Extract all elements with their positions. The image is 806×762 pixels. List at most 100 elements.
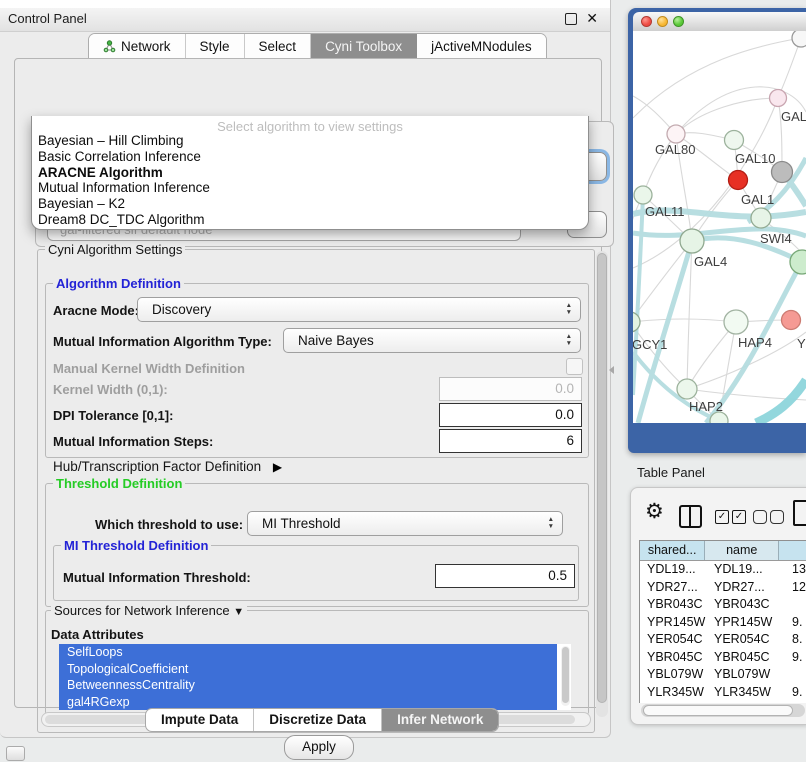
table-panel-title: Table Panel — [637, 465, 705, 480]
table-row[interactable]: YBR045CYBR045C9. — [640, 649, 806, 667]
network-node-gal10[interactable] — [725, 131, 744, 150]
network-node[interactable] — [792, 31, 806, 47]
table-cell: YER054C — [647, 632, 703, 646]
algorithm-option[interactable]: Basic Correlation Inference — [36, 149, 584, 165]
minimized-panel-icon[interactable] — [6, 746, 25, 761]
settings-vertical-scrollbar[interactable] — [596, 251, 608, 717]
network-canvas[interactable]: GALGAL80GAL10GAL1GAL11SWI4GAL4GCY1HAP4YH… — [633, 31, 806, 423]
manual-kernel-width-label: Manual Kernel Width Definition — [53, 361, 245, 376]
table-cell: YBR043C — [714, 597, 770, 611]
mac-zoom-icon[interactable] — [673, 16, 684, 27]
attribute-list-item[interactable]: SelfLoops — [59, 644, 557, 661]
network-node-gal11[interactable] — [634, 186, 652, 204]
tab-label: Cyni Toolbox — [325, 39, 402, 54]
dpi-tolerance-field[interactable]: 0.0 — [439, 403, 582, 427]
unselect-all-columns-icon[interactable] — [753, 510, 767, 524]
combo-arrows-icon: ▲▼ — [566, 302, 572, 316]
network-node-swi4[interactable] — [751, 208, 771, 228]
table-cell: 9 — [792, 702, 799, 703]
table-cell: YDR27... — [647, 580, 698, 594]
table-row[interactable]: YPR145WYPR145W9. — [640, 614, 806, 632]
scrollbar-thumb[interactable] — [643, 705, 793, 716]
float-window-icon[interactable] — [565, 13, 577, 25]
tab-infer-network[interactable]: Infer Network — [382, 709, 498, 731]
tab-impute-data[interactable]: Impute Data — [146, 709, 254, 731]
mac-close-icon[interactable] — [641, 16, 652, 27]
mi-algorithm-type-combo[interactable]: Naive Bayes ▲▼ — [283, 328, 581, 353]
gear-icon[interactable]: ⚙ — [645, 501, 664, 522]
network-node-y[interactable] — [782, 311, 801, 330]
apply-button[interactable]: Apply — [284, 735, 354, 760]
aracne-mode-combo[interactable]: Discovery ▲▼ — [137, 297, 581, 322]
table-cell: YPR145W — [647, 615, 705, 629]
network-node[interactable] — [790, 250, 806, 274]
network-node[interactable] — [772, 162, 793, 183]
network-node-gal1[interactable] — [729, 171, 748, 190]
expand-arrow-icon[interactable]: ▶ — [273, 460, 282, 474]
panel-collapse-chevron-icon[interactable] — [609, 366, 614, 374]
tab-jactivemnodules[interactable]: jActiveMNodules — [417, 34, 546, 59]
attribute-list-item[interactable]: BetweennessCentrality — [59, 677, 557, 694]
table-horizontal-scrollbar[interactable] — [641, 704, 805, 717]
algorithm-option[interactable]: Bayesian – Hill Climbing — [36, 133, 584, 149]
manual-kernel-width-checkbox[interactable] — [566, 358, 583, 375]
scrollbar-thumb[interactable] — [597, 253, 607, 703]
select-all-columns-icon[interactable]: ✓ — [732, 510, 746, 524]
table-row[interactable]: YBL079WYBL079W — [640, 666, 806, 684]
network-node-gal[interactable] — [770, 90, 787, 107]
table-row[interactable]: YDL19...YDL19...13 — [640, 561, 806, 579]
control-panel-title: Control Panel — [8, 11, 87, 26]
mi-threshold-field[interactable]: 0.5 — [435, 564, 575, 588]
tab-discretize-data[interactable]: Discretize Data — [254, 709, 382, 731]
which-threshold-combo[interactable]: MI Threshold ▲▼ — [247, 511, 563, 536]
table-row[interactable]: YLR345WYLR345W9. — [640, 684, 806, 702]
close-window-icon[interactable]: ✕ — [586, 10, 598, 27]
kernel-width-field[interactable]: 0.0 — [439, 377, 582, 401]
network-node-gal4[interactable] — [680, 229, 704, 253]
tab-cyni-toolbox[interactable]: Cyni Toolbox — [311, 34, 417, 59]
new-table-icon[interactable] — [793, 500, 806, 526]
algorithm-definition-title: Algorithm Definition — [53, 276, 184, 291]
split-columns-icon[interactable] — [679, 505, 702, 528]
column-header-name[interactable]: name — [705, 541, 779, 560]
algorithm-dropdown-open: Select algorithm to view settings Bayesi… — [31, 116, 589, 230]
column-header-shared...[interactable]: shared... — [640, 541, 705, 560]
algorithm-option[interactable]: Bayesian – K2 — [36, 196, 584, 212]
network-node-hap2[interactable] — [677, 379, 697, 399]
mi-steps-field[interactable]: 6 — [439, 429, 582, 453]
table-row[interactable]: YER054CYER054C8. — [640, 631, 806, 649]
sources-group-title[interactable]: Sources for Network Inference ▼ — [51, 603, 247, 618]
attribute-list-item[interactable]: TopologicalCoefficient — [59, 661, 557, 678]
select-all-columns-icon[interactable]: ✓ — [715, 510, 729, 524]
data-attributes-list[interactable]: SelfLoopsTopologicalCoefficientBetweenne… — [59, 644, 571, 710]
attribute-list-scrollbar[interactable] — [561, 646, 570, 706]
unselect-all-columns-icon[interactable] — [770, 510, 784, 524]
table-cell: YIL052C — [714, 702, 763, 703]
sources-title-text: Sources for Network Inference — [54, 603, 230, 618]
table-row[interactable]: YIL052C YIL052C 9 — [640, 701, 806, 703]
column-header-partial[interactable] — [779, 541, 806, 560]
algorithm-option[interactable]: Mutual Information Inference — [36, 180, 584, 196]
algorithm-option[interactable]: Dream8 DC_TDC Algorithm — [36, 212, 584, 228]
node-label: GAL80 — [655, 142, 695, 157]
table-row[interactable]: YDR27...YDR27...12 — [640, 579, 806, 597]
control-panel-tabbar: NetworkStyleSelect Cyni Toolbox jActiveMNo… — [88, 33, 547, 60]
tab-network[interactable]: Network — [89, 34, 186, 59]
tab-select[interactable]: Select — [245, 34, 312, 59]
scrollbar-thumb[interactable] — [562, 647, 569, 703]
mac-minimize-icon[interactable] — [657, 16, 668, 27]
network-node-hap4[interactable] — [724, 310, 748, 334]
table-cell: YIL052C — [647, 702, 696, 703]
table-cell: YDL19... — [714, 562, 763, 576]
table-cell: YLR345W — [647, 685, 704, 699]
algorithm-option[interactable]: ARACNE Algorithm — [36, 165, 584, 181]
table-panel: ⚙ ✓ ✓ shared...name YDL19...YDL19...13YD… — [630, 487, 806, 725]
node-attribute-table[interactable]: shared...name YDL19...YDL19...13YDR27...… — [639, 540, 806, 703]
table-row[interactable]: YBR043CYBR043C — [640, 596, 806, 614]
hub-transcription-section[interactable]: Hub/Transcription Factor Definition ▶ — [53, 459, 282, 474]
node-label: GAL — [781, 109, 806, 124]
tab-style[interactable]: Style — [186, 34, 245, 59]
network-node-gal80[interactable] — [667, 125, 685, 143]
collapse-arrow-icon[interactable]: ▼ — [233, 606, 244, 618]
mi-threshold-label: Mutual Information Threshold: — [63, 570, 251, 585]
